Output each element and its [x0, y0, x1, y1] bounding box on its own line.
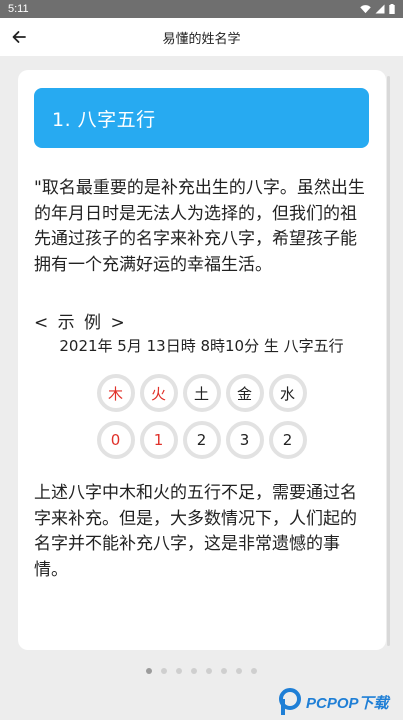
element-label-wood: 木	[96, 374, 135, 412]
page-indicator	[0, 668, 403, 674]
element-count-wood: 0	[96, 421, 135, 459]
status-time: 5:11	[8, 3, 29, 15]
status-icons	[360, 4, 395, 14]
status-bar: 5:11	[0, 0, 403, 18]
intro-paragraph: "取名最重要的是补充出生的八字。虽然出生的年月日时是无法人为选择的，但我们的祖先…	[34, 178, 365, 275]
watermark: PCPOP下载	[278, 686, 389, 718]
page-dot[interactable]	[236, 668, 242, 674]
watermark-text: PCPOP下载	[306, 694, 389, 712]
battery-icon	[389, 4, 395, 14]
wifi-icon	[360, 5, 371, 14]
card-content: 1. 八字五行 "取名最重要的是补充出生的八字。虽然出生的年月日时是无法人为选择…	[34, 88, 369, 583]
element-count-fire: 1	[139, 421, 178, 459]
pcpop-logo-icon	[279, 688, 301, 715]
element-label-earth: 土	[182, 374, 221, 412]
page-dot[interactable]	[206, 668, 212, 674]
page-dot[interactable]	[146, 668, 152, 674]
example-date: 2021年 5月 13日時 8時10分 生 八字五行	[59, 337, 344, 355]
page-dot[interactable]	[161, 668, 167, 674]
content-card: 1. 八字五行 "取名最重要的是补充出生的八字。虽然出生的年月日时是无法人为选择…	[18, 70, 386, 650]
element-count-earth: 2	[182, 421, 221, 459]
page-dot[interactable]	[191, 668, 197, 674]
page-dot[interactable]	[221, 668, 227, 674]
page-dot[interactable]	[251, 668, 257, 674]
element-count-water: 2	[268, 421, 307, 459]
element-label-metal: 金	[225, 374, 264, 412]
app-title: 易懂的姓名学	[162, 31, 241, 47]
page-dot[interactable]	[176, 668, 182, 674]
section-header: 1. 八字五行	[34, 88, 369, 148]
app-bar: 易懂的姓名学	[0, 18, 403, 56]
signal-icon	[375, 4, 385, 14]
arrow-left-icon	[12, 31, 26, 43]
scrollbar[interactable]	[387, 76, 390, 646]
element-labels-row: 木 火 土 金 水	[34, 374, 369, 412]
element-count-metal: 3	[225, 421, 264, 459]
element-label-water: 水	[268, 374, 307, 412]
element-label-fire: 火	[139, 374, 178, 412]
back-button[interactable]	[6, 24, 32, 50]
example-label: < 示 例 >	[34, 313, 127, 333]
element-counts-row: 0 1 2 3 2	[34, 421, 369, 459]
section-title: 1. 八字五行	[52, 108, 156, 131]
conclusion-paragraph: 上述八字中木和火的五行不足，需要通过名字来补充。但是，大多数情况下，人们起的名字…	[34, 483, 357, 580]
